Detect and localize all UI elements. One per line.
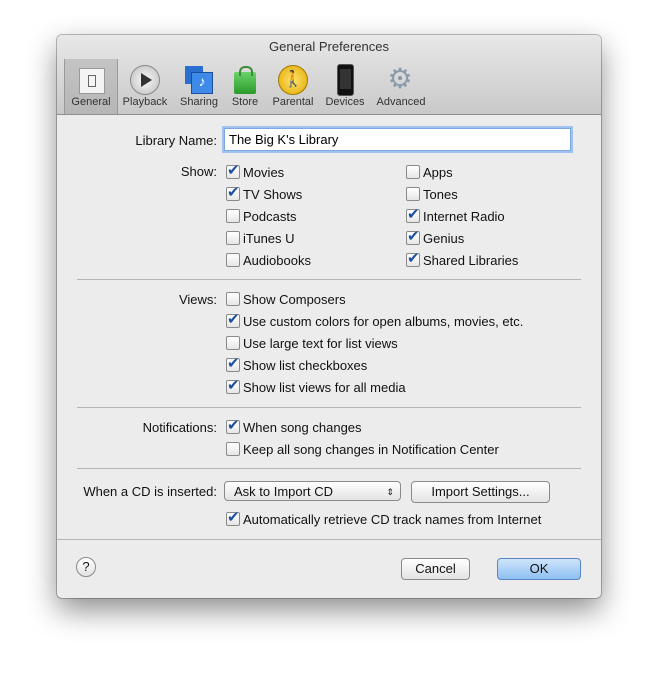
views-show-list-views-for-all-media-checkbox[interactable] bbox=[226, 376, 240, 394]
library-name-label: Library Name: bbox=[135, 133, 217, 148]
divider bbox=[77, 468, 581, 469]
toolbar-tab-label: Parental bbox=[272, 96, 314, 108]
toolbar-tab-playback[interactable]: Playback bbox=[118, 59, 172, 114]
show-genius-label: Genius bbox=[423, 231, 465, 246]
notify-keep-all-song-changes-in-notif-label: Keep all song changes in Notification Ce… bbox=[243, 442, 499, 457]
toolbar-tab-label: Devices bbox=[325, 96, 365, 108]
show-shared-libraries-checkbox[interactable] bbox=[406, 249, 420, 267]
ok-button[interactable]: OK bbox=[497, 558, 581, 580]
show-itunes-u-checkbox[interactable] bbox=[226, 231, 240, 245]
show-genius-checkbox[interactable] bbox=[406, 227, 420, 245]
show-audiobooks-checkbox[interactable] bbox=[226, 253, 240, 267]
cd-action-select[interactable]: Ask to Import CD ⇕ bbox=[224, 481, 401, 501]
toolbar-tab-label: General bbox=[71, 96, 111, 108]
show-apps-checkbox[interactable] bbox=[406, 165, 420, 179]
toolbar: General Preferences General Playback ♪ Shar… bbox=[57, 35, 601, 115]
views-use-custom-colors-for-open-alb-checkbox[interactable] bbox=[226, 310, 240, 328]
toolbar-tab-general[interactable]: General bbox=[64, 59, 118, 114]
views-use-custom-colors-for-open-alb-label: Use custom colors for open albums, movie… bbox=[243, 314, 524, 329]
show-podcasts-checkbox[interactable] bbox=[226, 209, 240, 223]
toolbar-tab-label: Store bbox=[231, 96, 259, 108]
switch-icon bbox=[75, 64, 107, 96]
show-shared-libraries-label: Shared Libraries bbox=[423, 253, 519, 268]
auto-retrieve-label: Automatically retrieve CD track names fr… bbox=[243, 512, 542, 527]
views-show-list-checkboxes-checkbox[interactable] bbox=[226, 354, 240, 372]
toolbar-tab-devices[interactable]: Devices bbox=[318, 59, 372, 114]
cd-inserted-label: When a CD is inserted: bbox=[83, 484, 217, 499]
show-tv-shows-checkbox[interactable] bbox=[226, 183, 240, 201]
sharing-icon: ♪ bbox=[183, 64, 215, 96]
views-show-composers-checkbox[interactable] bbox=[226, 292, 240, 306]
views-show-list-checkboxes-label: Show list checkboxes bbox=[243, 358, 368, 373]
show-internet-radio-checkbox[interactable] bbox=[406, 205, 420, 223]
show-label: Show: bbox=[180, 164, 217, 179]
views-show-composers-label: Show Composers bbox=[243, 292, 346, 307]
divider bbox=[77, 279, 581, 280]
show-movies-label: Movies bbox=[243, 165, 285, 180]
show-tones-checkbox[interactable] bbox=[406, 187, 420, 201]
show-internet-radio-label: Internet Radio bbox=[423, 209, 505, 224]
help-button[interactable]: ? bbox=[76, 557, 96, 577]
toolbar-tab-label: Advanced bbox=[376, 96, 426, 108]
divider bbox=[57, 539, 601, 540]
preferences-window: General Preferences General Playback ♪ Shar… bbox=[57, 35, 601, 598]
parental-icon: 🚶 bbox=[277, 64, 309, 96]
show-podcasts-label: Podcasts bbox=[243, 209, 297, 224]
show-audiobooks-label: Audiobooks bbox=[243, 253, 311, 268]
shopping-bag-icon bbox=[229, 64, 261, 96]
auto-retrieve-checkbox[interactable] bbox=[226, 508, 240, 526]
play-icon bbox=[129, 64, 161, 96]
views-use-large-text-for-list-views-checkbox[interactable] bbox=[226, 336, 240, 350]
divider bbox=[77, 407, 581, 408]
gear-icon: ⚙ bbox=[387, 63, 413, 94]
show-movies-checkbox[interactable] bbox=[226, 161, 240, 179]
library-name-input[interactable] bbox=[224, 128, 571, 151]
show-apps-label: Apps bbox=[423, 165, 453, 180]
toolbar-tab-parental[interactable]: 🚶 Parental bbox=[266, 59, 320, 114]
cd-action-value: Ask to Import CD bbox=[234, 484, 333, 499]
cancel-button[interactable]: Cancel bbox=[401, 558, 470, 580]
toolbar-tab-store[interactable]: Store bbox=[218, 59, 272, 114]
views-show-list-views-for-all-media-label: Show list views for all media bbox=[243, 380, 406, 395]
show-itunes-u-label: iTunes U bbox=[243, 231, 295, 246]
notifications-label: Notifications: bbox=[142, 420, 217, 435]
window-title: General Preferences bbox=[269, 39, 389, 54]
updown-arrows-icon: ⇕ bbox=[386, 487, 394, 497]
notify-keep-all-song-changes-in-notif-checkbox[interactable] bbox=[226, 442, 240, 456]
notify-when-song-changes-checkbox[interactable] bbox=[226, 416, 240, 434]
import-settings-button[interactable]: Import Settings... bbox=[411, 481, 550, 503]
views-label: Views: bbox=[178, 292, 217, 307]
toolbar-tab-advanced[interactable]: ⚙ Advanced bbox=[374, 59, 428, 114]
notify-when-song-changes-label: When song changes bbox=[243, 420, 362, 435]
iphone-icon bbox=[329, 64, 361, 96]
toolbar-tab-label: Playback bbox=[122, 96, 168, 108]
show-tones-label: Tones bbox=[423, 187, 458, 202]
views-use-large-text-for-list-views-label: Use large text for list views bbox=[243, 336, 398, 351]
show-tv-shows-label: TV Shows bbox=[243, 187, 303, 202]
